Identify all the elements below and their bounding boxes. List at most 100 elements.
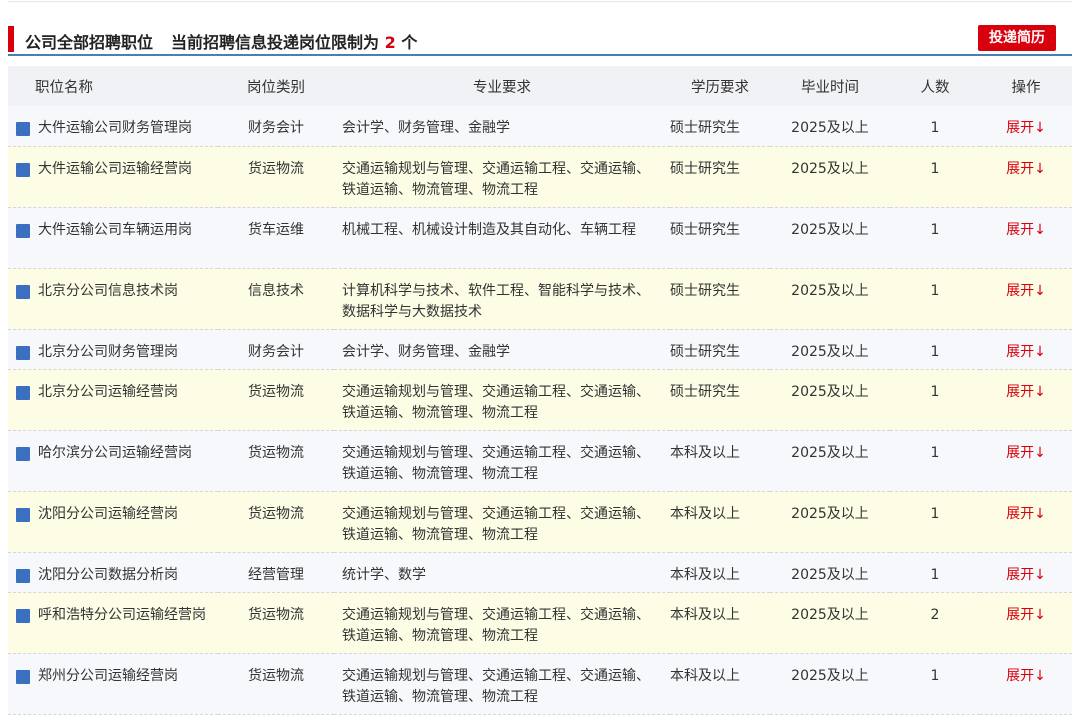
category-cell: 货运物流 <box>218 491 334 553</box>
apply-resume-button[interactable]: 投递简历 <box>978 25 1056 51</box>
expand-link[interactable]: 展开↓ <box>1006 384 1046 400</box>
top-divider <box>8 1 1072 2</box>
position-name: 沈阳分公司数据分析岗 <box>38 566 178 583</box>
major-cell: 交通运输规划与管理、交通运输工程、交通运输、铁道运输、物流管理、物流工程 <box>334 592 670 654</box>
position-name: 北京分公司财务管理岗 <box>38 343 178 360</box>
education-cell: 本科及以上 <box>670 653 770 715</box>
expand-link[interactable]: 展开↓ <box>1006 161 1046 177</box>
table-row: 沈阳分公司运输经营岗 货运物流 交通运输规划与管理、交通运输工程、交通运输、铁道运输… <box>8 491 1072 553</box>
bullet-square-icon <box>16 223 30 238</box>
expand-link[interactable]: 展开↓ <box>1006 283 1046 299</box>
expand-link[interactable]: 展开↓ <box>1006 222 1046 238</box>
limit-count: 2 <box>384 33 396 52</box>
bullet-square-icon <box>16 608 30 623</box>
position-name: 沈阳分公司运输经营岗 <box>38 505 178 522</box>
action-cell: 展开↓ <box>980 369 1072 431</box>
table-row: 呼和浩特分公司运输经营岗 货运物流 交通运输规划与管理、交通运输工程、交通运输、铁道… <box>8 592 1072 654</box>
col-header-major: 专业要求 <box>334 66 670 106</box>
bullet-square-icon <box>16 669 30 684</box>
category-cell: 货车运维 <box>218 207 334 269</box>
col-header-graduation: 毕业时间 <box>770 66 890 106</box>
expand-link[interactable]: 展开↓ <box>1006 607 1046 623</box>
count-cell: 1 <box>890 207 980 269</box>
action-cell: 展开↓ <box>980 268 1072 330</box>
graduation-cell: 2025及以上 <box>770 369 890 431</box>
bullet-square-icon <box>16 385 30 400</box>
position-name: 大件运输公司运输经营岗 <box>38 160 192 177</box>
action-cell: 展开↓ <box>980 329 1072 370</box>
education-cell: 硕士研究生 <box>670 106 770 147</box>
graduation-cell: 2025及以上 <box>770 329 890 370</box>
expand-link[interactable]: 展开↓ <box>1006 344 1046 360</box>
major-cell: 会计学、财务管理、金融学 <box>334 329 670 370</box>
table-row: 北京分公司信息技术岗 信息技术 计算机科学与技术、软件工程、智能科学与技术、数据科学… <box>8 268 1072 330</box>
position-cell: 郑州分公司运输经营岗 <box>8 653 218 715</box>
limit-suffix: 个 <box>401 33 418 52</box>
count-cell: 1 <box>890 430 980 492</box>
section-title: 公司全部招聘职位 当前招聘信息投递岗位限制为 2 个 <box>25 29 417 53</box>
category-cell: 信息技术 <box>218 268 334 330</box>
education-cell: 本科及以上 <box>670 430 770 492</box>
category-cell: 财务会计 <box>218 106 334 147</box>
major-cell: 交通运输规划与管理、交通运输工程、交通运输、铁道运输、物流管理、物流工程 <box>334 430 670 492</box>
expand-link[interactable]: 展开↓ <box>1006 120 1046 136</box>
table-row: 大件运输公司财务管理岗 财务会计 会计学、财务管理、金融学 硕士研究生 2025及以上 1… <box>8 106 1072 147</box>
major-cell: 交通运输规划与管理、交通运输工程、交通运输、铁道运输、物流管理、物流工程 <box>334 146 670 208</box>
table-row: 北京分公司财务管理岗 财务会计 会计学、财务管理、金融学 硕士研究生 2025及以上 1 展… <box>8 329 1072 370</box>
count-cell: 1 <box>890 268 980 330</box>
education-cell: 本科及以上 <box>670 552 770 593</box>
position-cell: 大件运输公司运输经营岗 <box>8 146 218 208</box>
graduation-cell: 2025及以上 <box>770 106 890 147</box>
education-cell: 本科及以上 <box>670 592 770 654</box>
count-cell: 2 <box>890 592 980 654</box>
action-cell: 展开↓ <box>980 146 1072 208</box>
expand-link[interactable]: 展开↓ <box>1006 668 1046 684</box>
expand-link[interactable]: 展开↓ <box>1006 445 1046 461</box>
action-cell: 展开↓ <box>980 430 1072 492</box>
section-marker <box>8 26 14 52</box>
position-name: 北京分公司信息技术岗 <box>38 282 178 299</box>
position-name: 哈尔滨分公司运输经营岗 <box>38 444 192 461</box>
col-header-count: 人数 <box>890 66 980 106</box>
position-cell: 沈阳分公司运输经营岗 <box>8 491 218 553</box>
graduation-cell: 2025及以上 <box>770 207 890 269</box>
education-cell: 硕士研究生 <box>670 268 770 330</box>
action-cell: 展开↓ <box>980 491 1072 553</box>
category-cell: 经营管理 <box>218 552 334 593</box>
major-cell: 会计学、财务管理、金融学 <box>334 106 670 147</box>
education-cell: 硕士研究生 <box>670 369 770 431</box>
major-cell: 统计学、数学 <box>334 552 670 593</box>
category-cell: 货运物流 <box>218 653 334 715</box>
bullet-square-icon <box>16 122 30 136</box>
position-name: 大件运输公司财务管理岗 <box>38 120 192 136</box>
position-name: 北京分公司运输经营岗 <box>38 383 178 400</box>
action-cell: 展开↓ <box>980 592 1072 654</box>
table-row: 沈阳分公司数据分析岗 经营管理 统计学、数学 本科及以上 2025及以上 1 展开↓ <box>8 552 1072 593</box>
bullet-square-icon <box>16 568 30 583</box>
bullet-square-icon <box>16 446 30 461</box>
expand-link[interactable]: 展开↓ <box>1006 567 1046 583</box>
expand-link[interactable]: 展开↓ <box>1006 506 1046 522</box>
graduation-cell: 2025及以上 <box>770 430 890 492</box>
major-cell: 计算机科学与技术、软件工程、智能科学与技术、数据科学与大数据技术 <box>334 268 670 330</box>
count-cell: 1 <box>890 369 980 431</box>
action-cell: 展开↓ <box>980 653 1072 715</box>
table-row: 哈尔滨分公司运输经营岗 货运物流 交通运输规划与管理、交通运输工程、交通运输、铁道运… <box>8 430 1072 492</box>
bullet-square-icon <box>16 507 30 522</box>
position-cell: 大件运输公司财务管理岗 <box>8 106 218 147</box>
graduation-cell: 2025及以上 <box>770 268 890 330</box>
position-name: 呼和浩特分公司运输经营岗 <box>38 606 206 623</box>
category-cell: 货运物流 <box>218 430 334 492</box>
bullet-square-icon <box>16 284 30 299</box>
section-header: 公司全部招聘职位 当前招聘信息投递岗位限制为 2 个 投递简历 <box>8 24 1072 56</box>
col-header-education: 学历要求 <box>670 66 770 106</box>
position-name: 郑州分公司运输经营岗 <box>38 667 178 684</box>
action-cell: 展开↓ <box>980 552 1072 593</box>
major-cell: 交通运输规划与管理、交通运输工程、交通运输、铁道运输、物流管理、物流工程 <box>334 369 670 431</box>
count-cell: 1 <box>890 491 980 553</box>
col-header-position: 职位名称 <box>8 66 218 106</box>
major-cell: 机械工程、机械设计制造及其自动化、车辆工程 <box>334 207 670 269</box>
education-cell: 硕士研究生 <box>670 146 770 208</box>
position-cell: 呼和浩特分公司运输经营岗 <box>8 592 218 654</box>
position-name: 大件运输公司车辆运用岗 <box>38 221 192 238</box>
